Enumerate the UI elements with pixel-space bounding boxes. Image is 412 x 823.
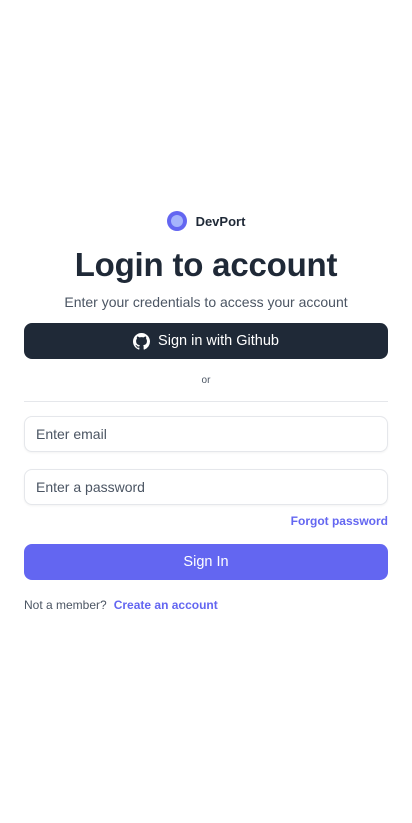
divider-text: or — [201, 375, 211, 386]
create-account-link[interactable]: Create an account — [114, 598, 218, 612]
github-signin-button[interactable]: Sign in with Github — [24, 323, 388, 359]
signup-prompt: Not a member? Create an account — [24, 598, 388, 612]
forgot-password-row: Forgot password — [24, 514, 388, 528]
email-field[interactable] — [24, 416, 388, 452]
github-signin-label: Sign in with Github — [158, 333, 279, 349]
signup-prompt-text: Not a member? — [24, 598, 107, 612]
signin-button[interactable]: Sign In — [24, 544, 388, 580]
password-field[interactable] — [24, 469, 388, 505]
page-title: Login to account — [74, 246, 338, 283]
brand: DevPort — [24, 211, 388, 231]
login-card: DevPort Login to account Enter your cred… — [24, 211, 388, 612]
circle-logo-icon — [166, 211, 187, 231]
github-icon — [133, 332, 151, 350]
brand-name: DevPort — [195, 213, 246, 229]
forgot-password-link[interactable]: Forgot password — [291, 514, 388, 528]
page-subtitle: Enter your credentials to access your ac… — [64, 294, 348, 310]
divider — [24, 401, 388, 402]
